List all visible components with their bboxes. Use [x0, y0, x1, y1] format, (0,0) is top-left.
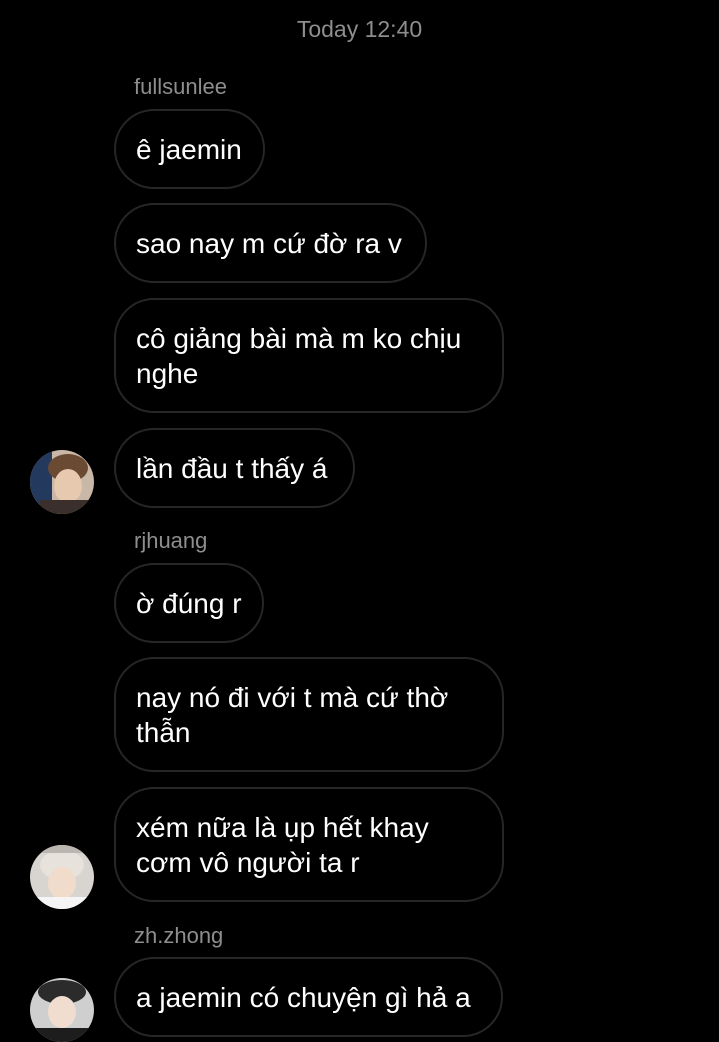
message-text: a jaemin có chuyện gì hả a: [136, 981, 471, 1013]
message-bubble[interactable]: sao nay m cứ đờ ra v: [114, 203, 427, 283]
message-text: nay nó đi với t mà cứ thờ thẫn: [136, 681, 449, 748]
message-bubble[interactable]: lần đầu t thấy á: [114, 428, 355, 508]
user-avatar-icon[interactable]: [30, 845, 94, 909]
sender-name: rjhuang: [134, 528, 208, 553]
avatar-photo: [30, 450, 94, 514]
user-avatar-icon[interactable]: [30, 450, 94, 514]
message-text: xém nữa là ụp hết khay cơm vô người ta r: [136, 811, 429, 878]
message-text: ờ đúng r: [136, 587, 242, 619]
message-text: cô giảng bài mà m ko chịu nghe: [136, 322, 462, 389]
avatar-photo: [30, 978, 94, 1042]
message-bubble[interactable]: ê jaemin: [114, 109, 265, 189]
message-text: lần đầu t thấy á: [136, 452, 328, 484]
message-bubble[interactable]: cô giảng bài mà m ko chịu nghe: [114, 298, 504, 413]
message-bubble[interactable]: a jaemin có chuyện gì hả a: [114, 957, 503, 1037]
sender-name: zh.zhong: [134, 923, 224, 948]
message-timestamp: Today 12:40: [296, 16, 423, 42]
sender-name: fullsunlee: [134, 74, 227, 99]
message-text: sao nay m cứ đờ ra v: [136, 227, 402, 259]
message-bubble[interactable]: nay nó đi với t mà cứ thờ thẫn: [114, 657, 504, 772]
message-text: ê jaemin: [136, 133, 242, 165]
user-avatar-icon[interactable]: [30, 978, 94, 1042]
avatar-photo: [30, 845, 94, 909]
message-bubble[interactable]: xém nữa là ụp hết khay cơm vô người ta r: [114, 787, 504, 902]
message-bubble[interactable]: ờ đúng r: [114, 563, 264, 643]
